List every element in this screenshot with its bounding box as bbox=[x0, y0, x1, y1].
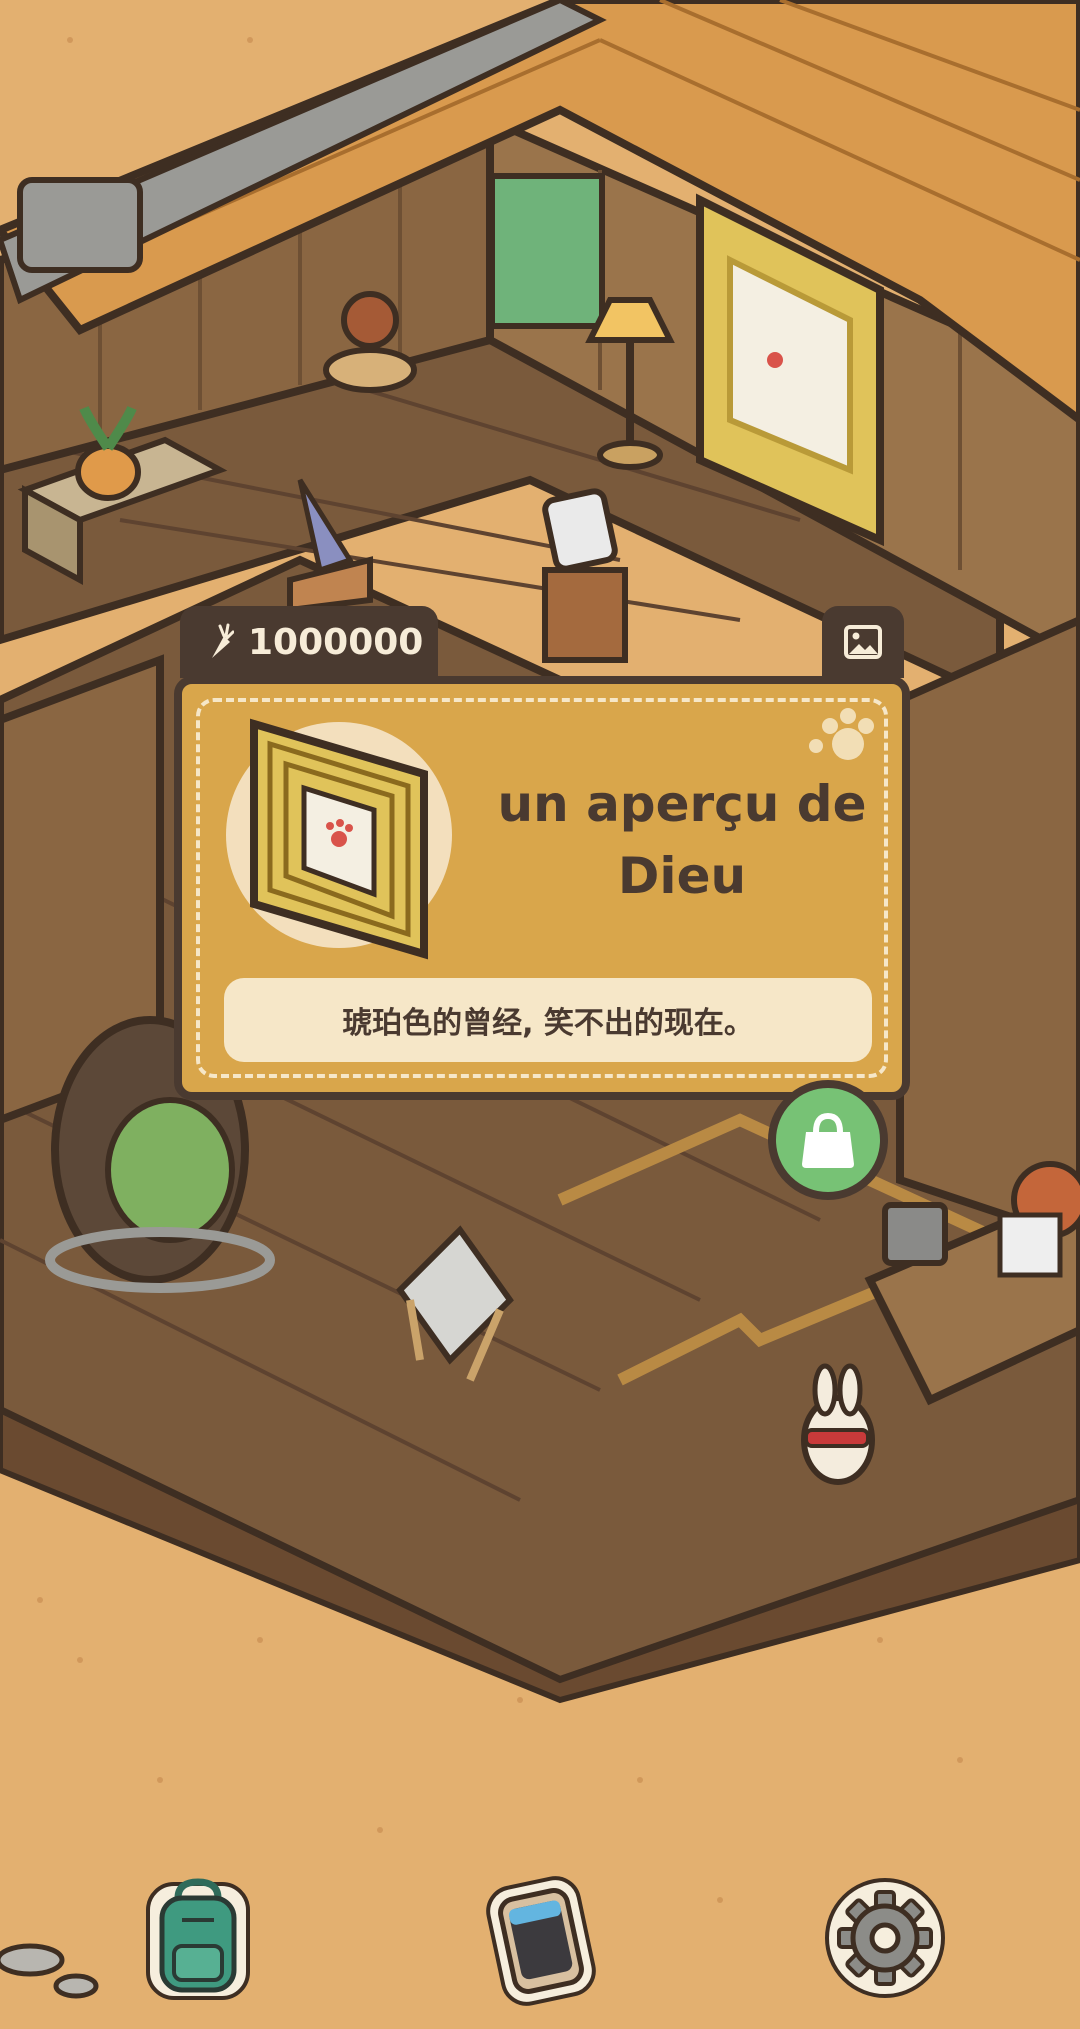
photo-button[interactable] bbox=[822, 606, 904, 678]
rocks bbox=[0, 1943, 99, 1999]
backpack-icon bbox=[146, 1878, 250, 2000]
phone-button[interactable] bbox=[475, 1868, 605, 2008]
carrot-icon bbox=[212, 623, 234, 658]
item-info-card: un aperçu de Dieu 琥珀色的曾经, 笑不出的现在。 bbox=[174, 676, 910, 1100]
gear-icon bbox=[825, 1878, 945, 1998]
currency-display: 1000000 bbox=[180, 606, 438, 678]
bag-button[interactable] bbox=[768, 1080, 888, 1200]
backpack-button[interactable] bbox=[134, 1868, 264, 2008]
settings-button[interactable] bbox=[820, 1868, 950, 2008]
item-name: un aperçu de Dieu bbox=[497, 775, 867, 905]
phone-icon bbox=[486, 1876, 596, 2006]
ornate-frame-painting-icon bbox=[250, 718, 428, 960]
photo-icon bbox=[844, 625, 882, 659]
currency-amount: 1000000 bbox=[248, 621, 424, 663]
curtain bbox=[489, 173, 605, 329]
item-description: 琥珀色的曾经, 笑不出的现在。 bbox=[224, 978, 872, 1062]
shopping-bag-icon bbox=[802, 1112, 854, 1168]
bunny-character bbox=[801, 1363, 875, 1485]
paw-print-icon bbox=[809, 708, 874, 760]
